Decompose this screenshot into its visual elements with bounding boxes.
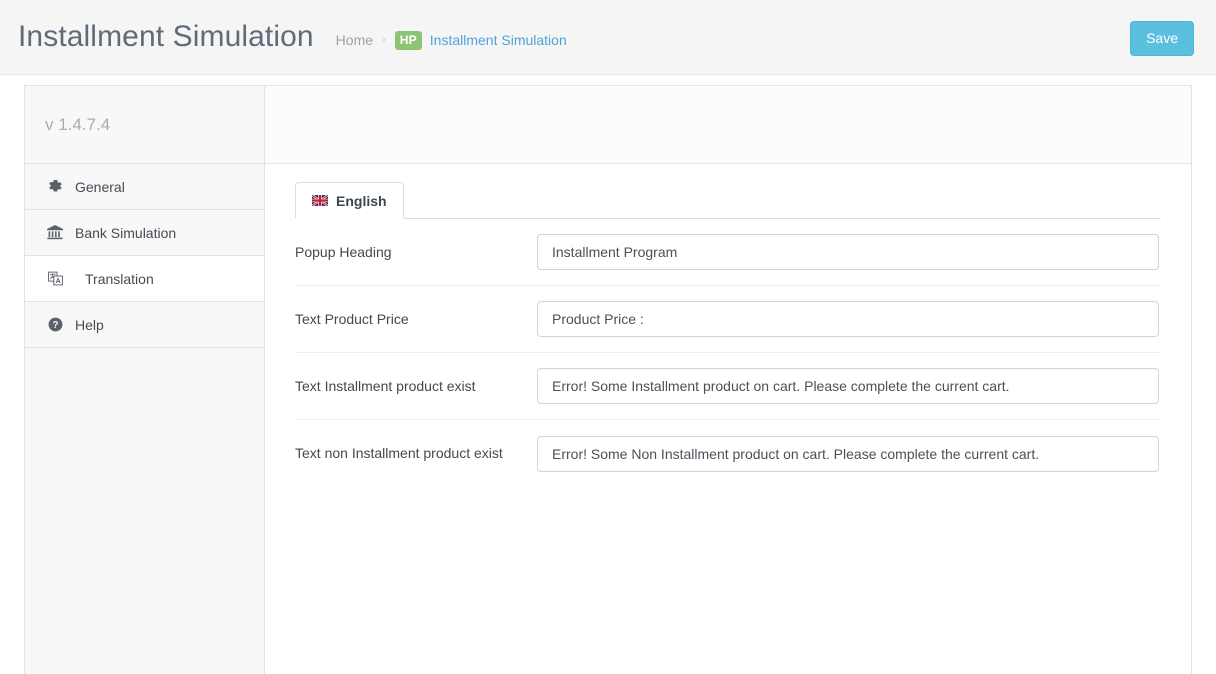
page-title: Installment Simulation — [18, 22, 314, 52]
page-body: v 1.4.7.4 General — [0, 75, 1216, 674]
sidebar-item-general[interactable]: General — [25, 164, 264, 210]
breadcrumb: Home › HP Installment Simulation — [336, 25, 567, 50]
form-row-popup-heading: Popup Heading — [295, 219, 1161, 286]
content-inner: English Popup Heading Text Product Price — [265, 164, 1191, 674]
text-installment-product-exist-input[interactable] — [537, 368, 1159, 404]
sidebar-item-bank-simulation[interactable]: Bank Simulation — [25, 210, 264, 256]
breadcrumb-separator: › — [382, 34, 386, 46]
gear-icon — [45, 179, 65, 194]
content-topbar — [265, 86, 1191, 164]
breadcrumb-home-link[interactable]: Home — [336, 32, 373, 48]
form-row-text-product-price: Text Product Price — [295, 286, 1161, 353]
language-tabs: English — [295, 182, 1161, 219]
main-panel: v 1.4.7.4 General — [24, 85, 1192, 674]
sidebar-version-label: v 1.4.7.4 — [25, 86, 264, 164]
popup-heading-input[interactable] — [537, 234, 1159, 270]
sidebar-item-label: Bank Simulation — [75, 226, 176, 240]
uk-flag-icon — [312, 195, 328, 206]
text-product-price-input[interactable] — [537, 301, 1159, 337]
sidebar-item-help[interactable]: ? Help — [25, 302, 264, 348]
sidebar: v 1.4.7.4 General — [25, 86, 265, 674]
field-label: Text non Installment product exist — [295, 444, 537, 463]
bank-icon — [45, 225, 65, 240]
sidebar-item-translation[interactable]: A Translation — [25, 256, 264, 302]
svg-text:A: A — [55, 278, 60, 285]
form-row-text-non-installment-product-exist: Text non Installment product exist — [295, 420, 1161, 487]
tab-english[interactable]: English — [295, 182, 404, 219]
form-row-text-installment-product-exist: Text Installment product exist — [295, 353, 1161, 420]
translation-icon: A — [45, 271, 65, 286]
sidebar-item-label: Translation — [85, 272, 154, 286]
page-header: Installment Simulation Home › HP Install… — [0, 0, 1216, 75]
sidebar-item-label: General — [75, 180, 125, 194]
content-area: English Popup Heading Text Product Price — [265, 86, 1191, 674]
svg-text:?: ? — [52, 320, 58, 331]
save-button[interactable]: Save — [1130, 21, 1194, 56]
breadcrumb-module-badge: HP — [395, 31, 422, 50]
question-circle-icon: ? — [45, 317, 65, 332]
text-non-installment-product-exist-input[interactable] — [537, 436, 1159, 472]
tab-label: English — [336, 193, 387, 209]
field-label: Popup Heading — [295, 243, 537, 262]
field-label: Text Installment product exist — [295, 377, 537, 396]
breadcrumb-current-link[interactable]: Installment Simulation — [430, 32, 567, 48]
sidebar-item-label: Help — [75, 318, 104, 332]
field-label: Text Product Price — [295, 310, 537, 329]
